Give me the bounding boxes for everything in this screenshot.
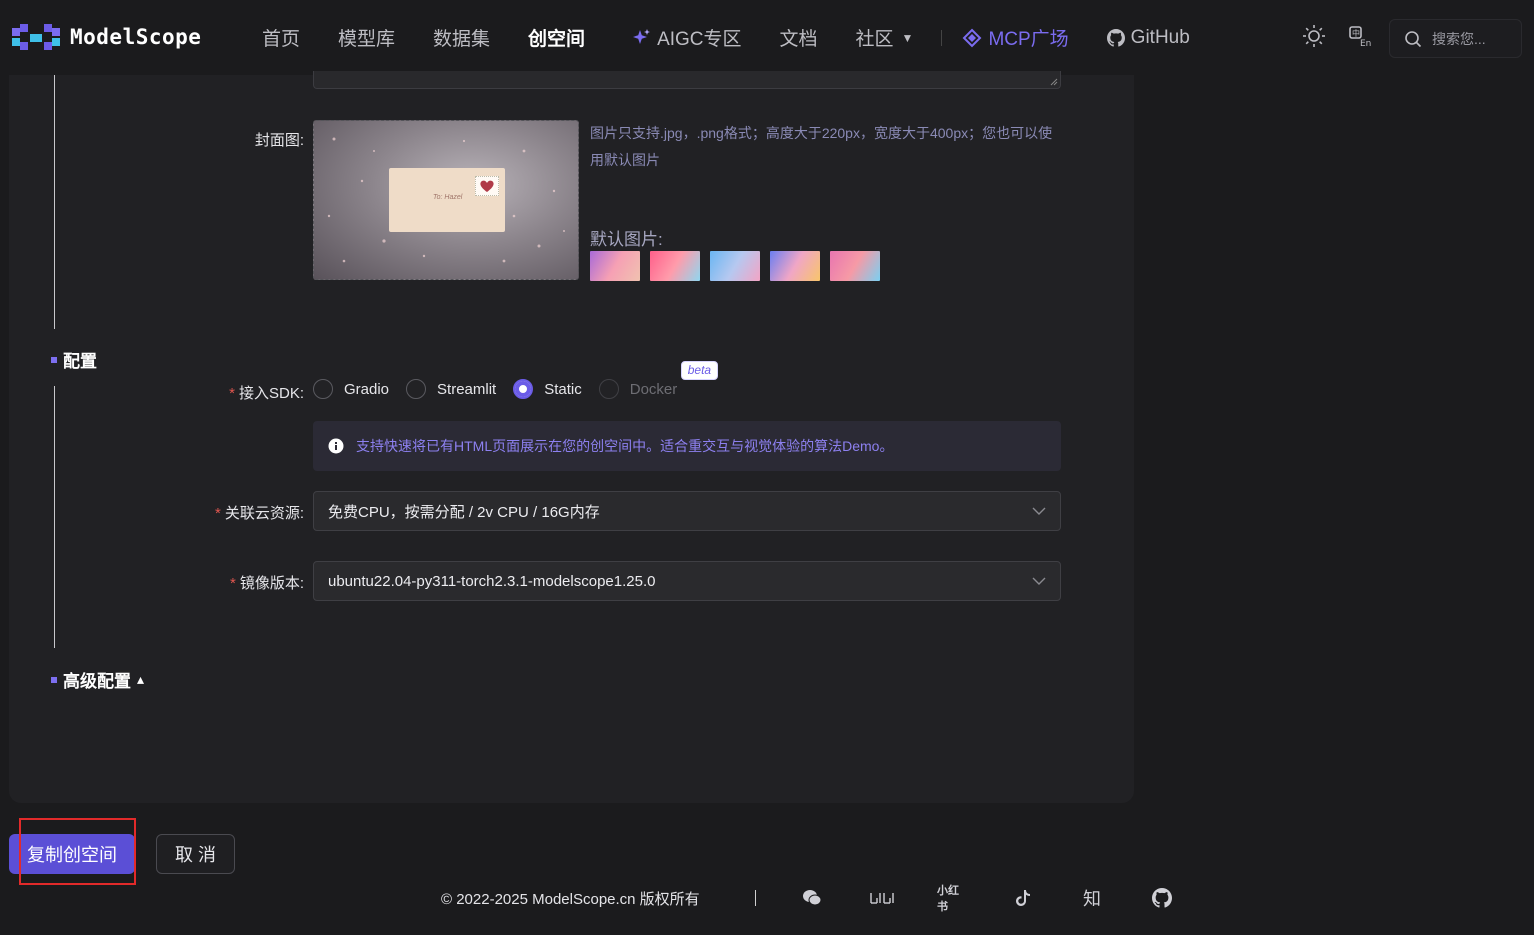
envelope-illustration: To: Hazel — [389, 168, 505, 232]
sdk-radio-group: Gradio Streamlit Static Docker beta — [313, 361, 719, 399]
resize-grip-icon[interactable] — [1050, 78, 1058, 86]
copyright-text: © 2022-2025 ModelScope.cn 版权所有 — [441, 891, 700, 908]
nav-github[interactable]: GitHub — [1106, 26, 1190, 49]
nav-aigc-label: AIGC专区 — [657, 29, 742, 50]
wechat-icon[interactable] — [801, 887, 823, 909]
cover-image-upload[interactable]: To: Hazel — [313, 120, 579, 280]
config-section-title: 配置 — [51, 347, 97, 372]
sparkle-icon — [633, 28, 651, 44]
nav-datasets[interactable]: 数据集 — [433, 24, 490, 51]
caret-up-icon: ▴ — [137, 671, 145, 687]
nav-community-label: 社区 — [855, 29, 894, 50]
search-icon — [1405, 30, 1422, 47]
github-footer-icon[interactable] — [1151, 887, 1173, 909]
radio-circle-checked[interactable] — [513, 379, 534, 399]
sdk-option-docker: Docker beta — [598, 361, 719, 399]
footer-divider — [755, 890, 756, 906]
resource-value: 免费CPU，按需分配 / 2v CPU / 16G内存 — [328, 503, 600, 521]
nav-mcp[interactable]: MCP广场 — [962, 24, 1069, 51]
advanced-config-toggle[interactable]: 高级配置 ▴ — [51, 667, 144, 692]
beta-badge: beta — [680, 361, 719, 380]
sdk-info-alert: 支持快速将已有HTML页面展示在您的创空间中。适合重交互与视觉体验的算法Demo… — [313, 421, 1061, 471]
language-switch-icon[interactable]: 中 En — [1348, 24, 1372, 48]
required-mark: * — [229, 575, 236, 592]
envelope-text: To: Hazel — [433, 194, 463, 201]
resource-label: * 关联云资源: — [214, 505, 304, 522]
nav-community[interactable]: 社区 ▼ — [856, 24, 914, 51]
info-text: 支持快速将已有HTML页面展示在您的创空间中。适合重交互与视觉体验的算法Demo… — [356, 438, 894, 454]
nav-home[interactable]: 首页 — [262, 24, 300, 51]
nav-mcp-label: MCP广场 — [988, 29, 1069, 50]
header-actions: 中 En — [1302, 24, 1372, 48]
default-image-thumb[interactable] — [650, 251, 700, 281]
section-marker — [51, 356, 57, 363]
nav-models[interactable]: 模型库 — [338, 24, 395, 51]
cover-label: 封面图: — [254, 132, 304, 149]
image-version-label: * 镜像版本: — [229, 575, 304, 592]
highlight-outline — [19, 818, 136, 885]
search-placeholder: 搜索您... — [1432, 30, 1486, 47]
section-line-basic — [54, 75, 55, 329]
required-mark: * — [229, 385, 235, 402]
nav-github-label: GitHub — [1130, 26, 1190, 48]
cancel-button[interactable]: 取 消 — [156, 834, 235, 874]
radio-circle[interactable] — [313, 379, 333, 399]
theme-sun-icon[interactable] — [1302, 24, 1326, 48]
section-line-config — [54, 386, 55, 648]
xiaohongshu-icon[interactable]: 小红书 — [937, 885, 967, 913]
stamp-heart-icon — [475, 176, 499, 196]
radio-circle[interactable] — [406, 379, 427, 399]
default-image-thumb[interactable] — [590, 251, 640, 281]
required-mark: * — [214, 505, 221, 522]
radio-circle-disabled — [598, 379, 619, 399]
chevron-down-icon — [1032, 577, 1046, 585]
caret-down-icon: ▼ — [901, 30, 914, 45]
douyin-icon[interactable] — [1013, 887, 1033, 909]
resource-select[interactable]: 免费CPU，按需分配 / 2v CPU / 16G内存 — [313, 491, 1061, 531]
default-image-thumb[interactable] — [830, 251, 880, 281]
github-icon — [1106, 28, 1125, 47]
logo-icon — [12, 24, 60, 50]
cover-hint: 图片只支持.jpg，.png格式；高度大于220px，宽度大于400px；您也可… — [590, 125, 1053, 168]
default-image-thumb[interactable] — [710, 251, 760, 281]
sdk-option-gradio[interactable]: Gradio — [313, 379, 389, 399]
default-images-list — [590, 251, 880, 281]
mcp-diamond-icon — [963, 28, 982, 47]
nav-aigc[interactable]: AIGC专区 — [631, 24, 742, 51]
logo-text: ModelScope — [70, 25, 202, 49]
studio-form-card: 封面图: To: Hazel 图片只支持.jpg，.png格式；高度大于220p… — [9, 71, 1134, 803]
info-icon — [328, 438, 344, 454]
main-nav: 首页 模型库 数据集 创空间 AIGC专区 文档 社区 ▼ MCP广场 GitH… — [262, 24, 1228, 51]
nav-studios[interactable]: 创空间 — [528, 24, 585, 51]
zhihu-icon[interactable]: 知 — [1081, 887, 1103, 909]
top-nav-bar: ModelScope 首页 模型库 数据集 创空间 AIGC专区 文档 社区 ▼… — [0, 0, 1534, 75]
default-image-thumb[interactable] — [770, 251, 820, 281]
description-textarea[interactable] — [313, 71, 1061, 89]
search-box[interactable]: 搜索您... — [1389, 19, 1522, 58]
sdk-option-streamlit[interactable]: Streamlit — [406, 379, 496, 399]
default-images-label: 默认图片: — [590, 230, 663, 249]
image-version-select[interactable]: ubuntu22.04-py311-torch2.3.1-modelscope1… — [313, 561, 1061, 601]
modelscope-logo[interactable]: ModelScope — [12, 24, 201, 50]
svg-text:En: En — [1360, 39, 1371, 48]
nav-docs[interactable]: 文档 — [780, 24, 818, 51]
nav-divider — [941, 29, 943, 46]
bilibili-icon[interactable] — [869, 887, 895, 909]
image-version-value: ubuntu22.04-py311-torch2.3.1-modelscope1… — [328, 572, 656, 590]
sdk-option-static[interactable]: Static — [513, 379, 582, 399]
section-marker — [51, 676, 57, 683]
sdk-label: * 接入SDK: — [229, 385, 304, 402]
svg-text:中: 中 — [1352, 28, 1360, 38]
chevron-down-icon — [1032, 507, 1046, 515]
